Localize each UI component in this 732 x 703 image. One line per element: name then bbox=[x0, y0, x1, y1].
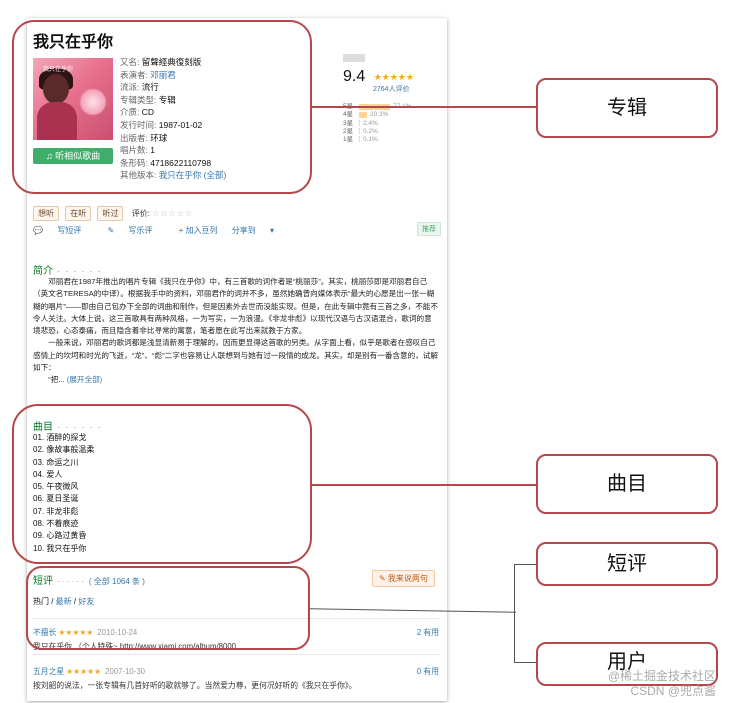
comment-date: 2007-10-30 bbox=[105, 667, 146, 676]
other-version-all-link[interactable]: (全部) bbox=[204, 170, 227, 180]
useful-count[interactable]: 0 有用 bbox=[417, 666, 439, 677]
douban-album-page: 我只在乎你 我只在乎你 ♫ 听相似歌曲 又名: 留聲經典復刻版 表演者: 邓丽君… bbox=[27, 18, 447, 701]
chevron-down-icon: ▾ bbox=[269, 226, 274, 235]
track-item: 09. 心路过黄昏 bbox=[33, 531, 87, 541]
track-item: 01. 酒醉的探戈 bbox=[33, 433, 87, 442]
add-doulist-link[interactable]: + 加入豆列 bbox=[179, 226, 218, 235]
cover-face bbox=[43, 74, 69, 104]
track-item: 04. 爱人 bbox=[33, 469, 63, 479]
collect-actions: 想听 在听 听过 评价: ☆☆☆☆☆ bbox=[33, 206, 193, 221]
track-item: 03. 命运之川 bbox=[33, 457, 79, 467]
info-row: 表演者: 邓丽君 bbox=[120, 69, 176, 80]
listening-button[interactable]: 在听 bbox=[65, 206, 92, 221]
want-listen-button[interactable]: 想听 bbox=[33, 206, 59, 221]
tracks-connector bbox=[312, 484, 538, 486]
comment-date: 2010-10-24 bbox=[97, 628, 138, 637]
rating-dist-row: 2星 0.2% bbox=[343, 125, 439, 135]
share-link[interactable]: 分享到 ▾ bbox=[232, 226, 286, 235]
dist-label: 1星 bbox=[343, 135, 354, 143]
album-title: 我只在乎你 bbox=[33, 34, 114, 51]
info-row: 又名: 留聲經典復刻版 bbox=[120, 57, 202, 67]
write-comment-button[interactable]: ✎ 我来说两句 bbox=[372, 570, 435, 587]
all-comments-link[interactable]: ( 全部 1064 条 ) bbox=[89, 577, 145, 586]
info-row: 条形码: 4718622110798 bbox=[120, 157, 212, 168]
expand-all-link[interactable]: (展开全部) bbox=[67, 375, 102, 384]
track-item: 06. 夏日圣诞 bbox=[33, 494, 79, 504]
album-connector bbox=[312, 106, 538, 108]
rating-dist-row: 3星 2.4% bbox=[343, 117, 439, 127]
short-comments-heading: 短评 · · · · · · ( 全部 1064 条 ) bbox=[33, 576, 145, 587]
info-row: 流派: 流行 bbox=[120, 82, 159, 93]
info-row: 专辑类型: 专辑 bbox=[120, 94, 176, 105]
bracket-top bbox=[514, 564, 536, 565]
info-row: 介质: CD bbox=[120, 107, 155, 118]
comment-text: 我只在乎你 （个人特殊~ http://www.xiami.com/album/… bbox=[33, 642, 236, 651]
rating-votes-link[interactable]: 2764人评价 bbox=[373, 84, 439, 94]
listen-similar-button[interactable]: ♫ 听相似歌曲 bbox=[33, 148, 113, 164]
rating-dist-row: 4星 20.3% bbox=[343, 108, 439, 118]
short-annotation-label: 短评 bbox=[536, 542, 718, 586]
evaluate-label: 评价: ☆☆☆☆☆ bbox=[131, 209, 194, 218]
comment-item: 不擅长 ★★★★★ 2010-10-24 2 有用 我只在乎你 （个人特殊~ htt… bbox=[33, 627, 439, 652]
filter-new[interactable]: 最新 bbox=[56, 597, 72, 606]
write-short-link[interactable]: 💬 写短评 bbox=[33, 226, 93, 235]
cover-flower bbox=[79, 88, 107, 116]
album-annotation-label: 专辑 bbox=[536, 78, 718, 138]
comment-filters: 热门 / 最新 / 好友 bbox=[33, 597, 95, 606]
tracks-heading: 曲目 · · · · · · bbox=[33, 422, 102, 433]
rating-label-blurred bbox=[343, 54, 365, 62]
dist-bar bbox=[359, 136, 360, 143]
recommend-button[interactable]: 推荐 bbox=[417, 222, 441, 236]
track-list: 01. 酒醉的探戈 02. 像故事般温柔 03. 命运之川 04. 爱人 05. 午夜微… bbox=[33, 432, 94, 555]
comment-text: 按刘韶的说法，一张专辑有几首好听的歌就够了。当然爱力尊，更何况好听的《我只在乎你… bbox=[33, 681, 357, 690]
comment-user-link[interactable]: 不擅长 bbox=[33, 628, 56, 637]
album-info: 又名: 留聲經典復刻版 表演者: 邓丽君 流派: 流行 专辑类型: 专辑 介质:… bbox=[120, 56, 226, 182]
intro-text: 邓丽君在1987年推出的唱片专辑《我只在乎你》中，有三首歌的词作者是“桃丽莎”。… bbox=[33, 277, 438, 385]
track-item: 10. 我只在乎你 bbox=[33, 543, 87, 553]
filter-hot[interactable]: 热门 bbox=[33, 597, 49, 606]
rating-box: 9.4 ★★★★★ 2764人评价 5星77.1%4星20.3%3星2.4%2星… bbox=[343, 54, 439, 143]
info-row: 其他版本: 我只在乎你 (全部) bbox=[120, 170, 227, 181]
track-item: 08. 不着痕迹 bbox=[33, 519, 79, 529]
useful-count[interactable]: 2 有用 bbox=[417, 627, 439, 638]
pencil-icon: ✎ bbox=[107, 226, 115, 235]
bracket-bottom bbox=[514, 662, 536, 663]
filter-friends[interactable]: 好友 bbox=[78, 597, 94, 606]
comment-item: 五月之星 ★★★★★ 2007-10-30 0 有用 按刘韶的说法，一张专辑有几首好… bbox=[33, 666, 439, 691]
evaluate-stars[interactable]: ☆☆☆☆☆ bbox=[152, 209, 193, 218]
track-item: 02. 像故事般温柔 bbox=[33, 445, 95, 455]
other-version-link[interactable]: 我只在乎你 bbox=[159, 170, 202, 180]
cover-text: 我只在乎你 bbox=[43, 67, 74, 73]
track-item: 05. 午夜微风 bbox=[33, 482, 79, 492]
rating-stars: ★★★★★ bbox=[373, 71, 415, 82]
intro-heading: 简介 · · · · · · bbox=[33, 266, 102, 277]
write-review-link[interactable]: ✎ 写乐评 bbox=[107, 226, 164, 235]
bracket-vertical bbox=[514, 564, 515, 662]
comment-divider bbox=[33, 654, 439, 655]
rating-dist-row: 1星 0.1% bbox=[343, 133, 439, 143]
comment-icon: 💬 bbox=[33, 226, 43, 235]
sub-links: 💬 写短评 ✎ 写乐评 + 加入豆列 分享到 ▾ bbox=[33, 225, 298, 236]
cover-body bbox=[37, 102, 77, 140]
comment-divider bbox=[33, 618, 439, 619]
album-cover[interactable]: 我只在乎你 bbox=[33, 58, 113, 140]
rating-score: 9.4 bbox=[343, 68, 366, 85]
comment-user-link[interactable]: 五月之星 bbox=[33, 667, 64, 676]
info-row: 唱片数: 1 bbox=[120, 145, 155, 156]
track-item: 07. 非龙非彪 bbox=[33, 506, 79, 516]
comment-stars: ★★★★★ bbox=[58, 628, 94, 637]
tracks-annotation-label: 曲目 bbox=[536, 454, 718, 514]
info-row: 出版者: 环球 bbox=[120, 132, 168, 143]
info-row: 发行时间: 1987-01-02 bbox=[120, 119, 203, 130]
dist-percent: 0.1% bbox=[363, 135, 378, 143]
watermark-csdn: CSDN @兜点酱 bbox=[630, 684, 716, 698]
comment-stars: ★★★★★ bbox=[66, 667, 102, 676]
listened-button[interactable]: 听过 bbox=[97, 206, 124, 221]
artist-link[interactable]: 邓丽君 bbox=[150, 70, 176, 80]
